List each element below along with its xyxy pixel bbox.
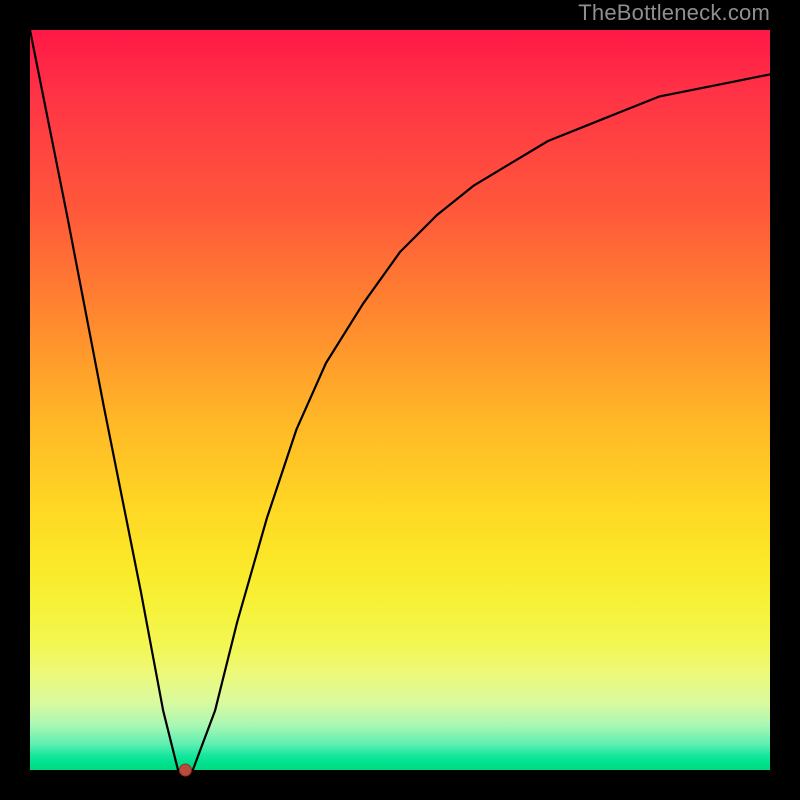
chart-frame: TheBottleneck.com — [0, 0, 800, 800]
curve-svg — [30, 30, 770, 770]
bottleneck-curve — [30, 30, 770, 770]
minimum-marker — [179, 764, 191, 776]
plot-area — [30, 30, 770, 770]
watermark-text: TheBottleneck.com — [578, 0, 770, 26]
